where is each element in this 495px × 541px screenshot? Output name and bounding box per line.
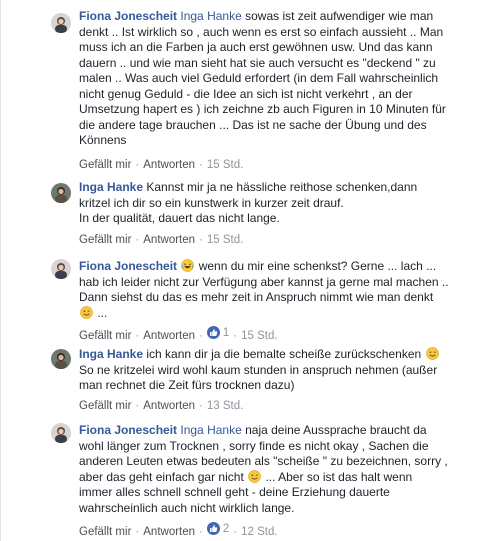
reply-link[interactable]: Antworten <box>143 526 195 538</box>
like-link[interactable]: Gefällt mir <box>79 330 131 342</box>
comment-author[interactable]: Fiona Jonescheit <box>79 259 177 273</box>
comment-author[interactable]: Fiona Jonescheit <box>79 9 177 23</box>
comment-text: sowas ist zeit aufwendiger wie man <box>241 9 434 23</box>
comment-text: immer alles schnell schnell geht - deine… <box>79 485 390 499</box>
comment-actions: Gefällt mir · Antworten · 13 Std. <box>79 400 244 412</box>
comment-text: man rechnet die Zeit fürs trocknen dazu) <box>79 378 295 392</box>
timestamp[interactable]: 15 Std. <box>207 234 243 246</box>
comment-text: aber das geht einfach gar nicht <box>79 469 244 484</box>
comment-text: Umsetzung hapert es ) ich zeichne zb auc… <box>79 102 446 116</box>
comment-body: Inga Hanke ich kann dir ja die bemalte s… <box>79 347 481 394</box>
thumbs-up-icon <box>206 522 220 535</box>
comment-text: dauern .. und wie man sieht hat sie auch… <box>79 55 436 70</box>
comment-actions: Gefällt mir · Antworten · 2 · 12 Std. <box>79 522 278 538</box>
comment-text: ... <box>94 305 108 320</box>
comment-text: So ne kritzelei wird wohl kaum stunden i… <box>79 362 438 377</box>
comment-mention[interactable]: Inga Hanke <box>180 423 241 437</box>
comment-text: Kannst mir ja ne hässliche reithose sche… <box>143 180 418 194</box>
like-link[interactable]: Gefällt mir <box>79 400 131 412</box>
reply-link[interactable]: Antworten <box>143 234 195 246</box>
comment-author[interactable]: Inga Hanke <box>79 347 143 361</box>
smile-emoji-icon <box>80 305 93 319</box>
comment-actions: Gefällt mir · Antworten · 1 · 15 Std. <box>79 326 278 342</box>
laughing-emoji-icon <box>181 259 195 272</box>
like-link[interactable]: Gefällt mir <box>79 234 131 246</box>
avatar[interactable] <box>51 259 71 279</box>
comment-text: naja deine Aussprache braucht da <box>241 423 427 437</box>
reaction-count[interactable]: 2 <box>206 522 229 535</box>
like-link[interactable]: Gefällt mir <box>79 159 131 171</box>
reaction-count[interactable]: 1 <box>206 326 229 339</box>
comment-text: anderen Leuten etwas bedeuten als "schei… <box>79 454 448 468</box>
comment-body: Fiona Jonescheit Inga Hanke naja deine A… <box>79 423 481 516</box>
comment-text: Dann siehst du das es mehr zeit in Anspr… <box>79 290 434 304</box>
like-link[interactable]: Gefällt mir <box>79 526 131 538</box>
comment-author[interactable]: Inga Hanke <box>79 180 143 194</box>
comment-text: ... Aber so ist das halt wenn <box>262 469 413 484</box>
timestamp[interactable]: 13 Std. <box>207 400 243 412</box>
comment-text: ich kann dir ja die bemalte scheiße zurü… <box>143 347 422 361</box>
comment-actions: Gefällt mir · Antworten · 15 Std. <box>79 159 244 171</box>
comment-text: denkt .. Ist wirklich so , auch wenn es … <box>79 24 444 39</box>
comment-text: Könnens <box>79 133 127 147</box>
comment-body: Fiona Jonescheit wenn du mir eine schenk… <box>79 259 481 321</box>
comment-mention[interactable]: Inga Hanke <box>180 9 241 23</box>
comment-text: In der qualität, dauert das nicht lange. <box>79 211 280 225</box>
timestamp[interactable]: 15 Std. <box>241 330 277 342</box>
comment-text: wahrscheinlich auch nicht wirklich lange… <box>79 500 295 515</box>
comment-text: hab ich leider nicht zur Verfügung aber … <box>79 274 449 289</box>
comment-text: muss ich an die Farben ja auch erst gewö… <box>79 40 433 54</box>
timestamp[interactable]: 15 Std. <box>207 159 243 171</box>
comment-body: Inga Hanke Kannst mir ja ne hässliche re… <box>79 180 481 227</box>
reply-link[interactable]: Antworten <box>143 159 195 171</box>
comment-author[interactable]: Fiona Jonescheit <box>79 423 177 437</box>
avatar[interactable] <box>51 13 71 33</box>
comment-body: Fiona Jonescheit Inga Hanke sowas ist ze… <box>79 9 481 149</box>
comment-text: malen .. Was auch viel Geduld erfordert … <box>79 71 439 85</box>
smile-emoji-icon <box>425 347 439 360</box>
comment-text: kritzel ich dir so ein kunstwerk in kurz… <box>79 195 344 210</box>
timestamp[interactable]: 12 Std. <box>241 526 277 538</box>
smile-emoji-icon <box>248 469 261 483</box>
comment-text: die andere tage brauchen ... Das ist ne … <box>79 117 427 132</box>
comment-text: wenn du mir eine schenkst? Gerne ... lac… <box>195 259 437 273</box>
thumbs-up-icon <box>206 326 220 339</box>
avatar[interactable] <box>51 183 71 203</box>
comment-text: nicht genug Geduld - die Idee an sich is… <box>79 86 413 101</box>
comment-thread: Fiona Jonescheit Inga Hanke sowas ist ze… <box>0 0 495 541</box>
comment-text: wohl länger zum Trocknen , sorry finde e… <box>79 438 429 453</box>
reply-link[interactable]: Antworten <box>143 330 195 342</box>
comment-actions: Gefällt mir · Antworten · 15 Std. <box>79 234 244 246</box>
avatar[interactable] <box>51 349 71 369</box>
avatar[interactable] <box>51 423 71 443</box>
reply-link[interactable]: Antworten <box>143 400 195 412</box>
